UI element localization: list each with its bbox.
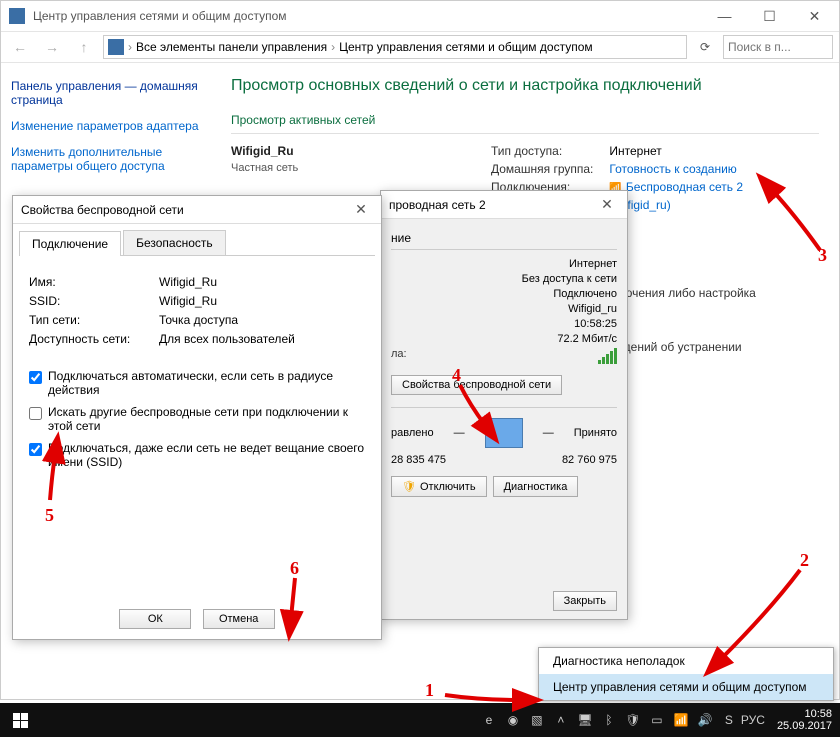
tray-app2-icon[interactable]: ▧ [529, 712, 545, 728]
status-duration: 10:58:25 [574, 318, 617, 330]
breadcrumb-icon [108, 39, 124, 55]
props-dialog-title: Свойства беспроводной сети [21, 203, 349, 217]
partial-text-1: ключения либо настройка [611, 286, 819, 300]
tray-shield-icon[interactable]: 🛡 [625, 712, 641, 728]
annotation-5: 5 [45, 505, 54, 526]
diagnostics-button[interactable]: Диагностика [493, 476, 579, 497]
active-networks-heading: Просмотр активных сетей [231, 113, 819, 127]
status-signal-label: ла: [391, 348, 407, 367]
value-connection[interactable]: Беспроводная сеть 2 [626, 180, 743, 194]
tray-monitor-icon[interactable]: 🖥 [577, 712, 593, 728]
prop-availability: Для всех пользователей [159, 332, 295, 346]
menu-network-center[interactable]: Центр управления сетями и общим доступом [539, 674, 833, 700]
tray-bluetooth-icon[interactable]: ᛒ [601, 712, 617, 728]
prop-ssid: Wifigid_Ru [159, 294, 217, 308]
breadcrumb-root[interactable]: Все элементы панели управления [136, 40, 327, 54]
tray-skype-icon[interactable]: S [721, 712, 737, 728]
activity-sent: 28 835 475 [391, 454, 446, 466]
activity-recv: 82 760 975 [562, 454, 617, 466]
status-dialog-title: проводная сеть 2 [389, 198, 595, 212]
tray-context-menu: Диагностика неполадок Центр управления с… [538, 647, 834, 701]
tray-lang[interactable]: РУС [745, 712, 761, 728]
maximize-button[interactable]: ☐ [747, 2, 792, 30]
status-close-button[interactable]: ✕ [595, 196, 619, 213]
tab-connection[interactable]: Подключение [19, 231, 121, 256]
status-close-footer-button[interactable]: Закрыть [553, 591, 617, 611]
taskbar: e ◉ ▧ ˄ 🖥 ᛒ 🛡 ▭ 📶 🔊 S РУС 10:58 25.09.20… [0, 703, 840, 737]
status-state: Подключено [553, 288, 617, 300]
address-bar: ← → ↑ › Все элементы панели управления ›… [1, 31, 839, 63]
annotation-4: 4 [452, 365, 461, 386]
value-access: Интернет [609, 144, 743, 158]
status-ipv4: Интернет [569, 258, 617, 270]
props-close-button[interactable]: ✕ [349, 201, 373, 218]
checkbox-auto-connect[interactable]: Подключаться автоматически, если сеть в … [29, 369, 365, 397]
label-homegroup: Домашняя группа: [491, 162, 593, 176]
checkbox-search-others[interactable]: Искать другие беспроводные сети при подк… [29, 405, 365, 433]
sidebar-header: Панель управления — домашняя страница [11, 79, 201, 107]
up-button[interactable]: ↑ [71, 34, 97, 60]
annotation-3: 3 [818, 245, 827, 266]
tray-volume-icon[interactable]: 🔊 [697, 712, 713, 728]
shield-icon: 🛡 [402, 481, 416, 493]
system-tray: e ◉ ▧ ˄ 🖥 ᛒ 🛡 ▭ 📶 🔊 S РУС [473, 712, 769, 728]
forward-button[interactable]: → [39, 34, 65, 60]
search-input[interactable] [723, 35, 833, 59]
titlebar: Центр управления сетями и общим доступом… [1, 1, 839, 31]
tray-chevron-up-icon[interactable]: ˄ [553, 712, 569, 728]
prop-nettype: Точка доступа [159, 313, 238, 327]
activity-icon [485, 418, 523, 448]
prop-name: Wifigid_Ru [159, 275, 217, 289]
close-button[interactable]: ✕ [792, 2, 837, 30]
tray-app-icon[interactable]: ◉ [505, 712, 521, 728]
status-section-connection: ние [391, 231, 617, 245]
tray-network-icon[interactable]: 📶 [673, 712, 689, 728]
tray-edge-icon[interactable]: e [481, 712, 497, 728]
breadcrumb-leaf[interactable]: Центр управления сетями и общим доступом [339, 40, 593, 54]
app-icon [9, 8, 25, 24]
ok-button[interactable]: ОК [119, 609, 191, 629]
activity-recv-label: Принято [574, 427, 617, 439]
refresh-button[interactable]: ⟳ [693, 35, 717, 59]
wifi-status-dialog: проводная сеть 2 ✕ ние Интернет Без дост… [380, 190, 628, 620]
wifi-properties-button[interactable]: Свойства беспроводной сети [391, 375, 562, 395]
checkbox-hidden-ssid[interactable]: Подключаться, даже если сеть не ведет ве… [29, 441, 365, 469]
status-ssid: Wifigid_ru [568, 303, 617, 315]
start-button[interactable] [0, 703, 40, 737]
signal-bars-icon [598, 348, 617, 364]
partial-text-2: ведений об устранении [611, 340, 819, 354]
network-name: Wifigid_Ru [231, 144, 491, 158]
value-homegroup[interactable]: Готовность к созданию [609, 162, 736, 176]
label-access: Тип доступа: [491, 144, 593, 158]
window-title: Центр управления сетями и общим доступом [33, 9, 702, 23]
annotation-6: 6 [290, 558, 299, 579]
network-type: Частная сеть [231, 162, 491, 174]
menu-diagnostics[interactable]: Диагностика неполадок [539, 648, 833, 674]
status-speed: 72.2 Мбит/с [557, 333, 617, 345]
tray-battery-icon[interactable]: ▭ [649, 712, 665, 728]
breadcrumb[interactable]: › Все элементы панели управления › Центр… [103, 35, 687, 59]
sidebar-link-adapter[interactable]: Изменение параметров адаптера [11, 119, 201, 133]
minimize-button[interactable]: — [702, 2, 747, 30]
back-button[interactable]: ← [7, 34, 33, 60]
annotation-2: 2 [800, 550, 809, 571]
status-ipv6: Без доступа к сети [522, 273, 617, 285]
cancel-button[interactable]: Отмена [203, 609, 275, 629]
tab-security[interactable]: Безопасность [123, 230, 226, 255]
sidebar-link-sharing[interactable]: Изменить дополнительные параметры общего… [11, 145, 201, 173]
taskbar-clock[interactable]: 10:58 25.09.2017 [769, 708, 840, 732]
activity-sent-label: равлено [391, 427, 434, 439]
page-heading: Просмотр основных сведений о сети и наст… [231, 77, 819, 95]
wifi-properties-dialog: Свойства беспроводной сети ✕ Подключение… [12, 195, 382, 640]
disable-button[interactable]: 🛡Отключить [391, 476, 487, 497]
annotation-1: 1 [425, 680, 434, 701]
